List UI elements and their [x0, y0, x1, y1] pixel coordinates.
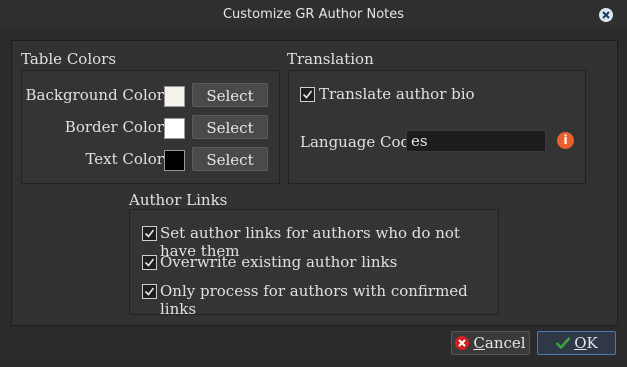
cancel-mnemonic: C [473, 334, 485, 352]
table-colors-title: Table Colors [21, 50, 117, 68]
ok-button[interactable]: OK [537, 331, 616, 355]
cancel-icon [455, 336, 470, 350]
author-links-group: Set author links for authors who do not … [129, 209, 499, 318]
background-color-select-button[interactable]: Select [192, 83, 268, 107]
translation-title: Translation [287, 50, 374, 68]
checkmark-icon [144, 258, 155, 267]
checkmark-icon [302, 90, 313, 99]
ok-mnemonic: O [574, 334, 587, 352]
window-title: Customize GR Author Notes [222, 7, 405, 22]
text-color-label: Text Color: [85, 150, 169, 168]
confirmed-links-only-label[interactable]: Only process for authors with confirmed … [160, 282, 498, 318]
border-color-label: Border Color: [64, 118, 169, 136]
border-color-swatch [164, 118, 185, 139]
background-color-label: Background Color: [25, 86, 169, 104]
close-icon [602, 11, 610, 19]
checkmark-icon [144, 229, 155, 238]
dialog-content: Table Colors Background Color: Select Bo… [11, 40, 618, 326]
checkmark-icon [144, 287, 155, 296]
text-color-swatch [164, 150, 185, 171]
translation-group: Translate author bio Language Code i [288, 70, 586, 184]
author-links-title: Author Links [129, 191, 228, 209]
text-color-select-button[interactable]: Select [192, 147, 268, 171]
table-colors-group: Background Color: Select Border Color: S… [21, 70, 280, 184]
language-code-label: Language Code [300, 133, 420, 151]
cancel-label: ancel [484, 334, 526, 352]
language-code-input[interactable] [406, 130, 546, 152]
ok-label: K [586, 334, 598, 352]
ok-check-icon [555, 337, 571, 350]
overwrite-author-links-label[interactable]: Overwrite existing author links [160, 253, 397, 271]
background-color-swatch [164, 86, 185, 107]
set-author-links-checkbox[interactable] [142, 226, 157, 241]
title-bar: Customize GR Author Notes [0, 0, 627, 30]
border-color-select-button[interactable]: Select [192, 115, 268, 139]
translate-author-bio-label[interactable]: Translate author bio [319, 85, 475, 103]
overwrite-author-links-checkbox[interactable] [142, 255, 157, 270]
close-button[interactable] [599, 8, 613, 22]
confirmed-links-only-checkbox[interactable] [142, 284, 157, 299]
info-icon[interactable]: i [557, 132, 574, 149]
translate-author-bio-checkbox[interactable] [300, 87, 315, 102]
cancel-button[interactable]: Cancel [451, 331, 530, 355]
